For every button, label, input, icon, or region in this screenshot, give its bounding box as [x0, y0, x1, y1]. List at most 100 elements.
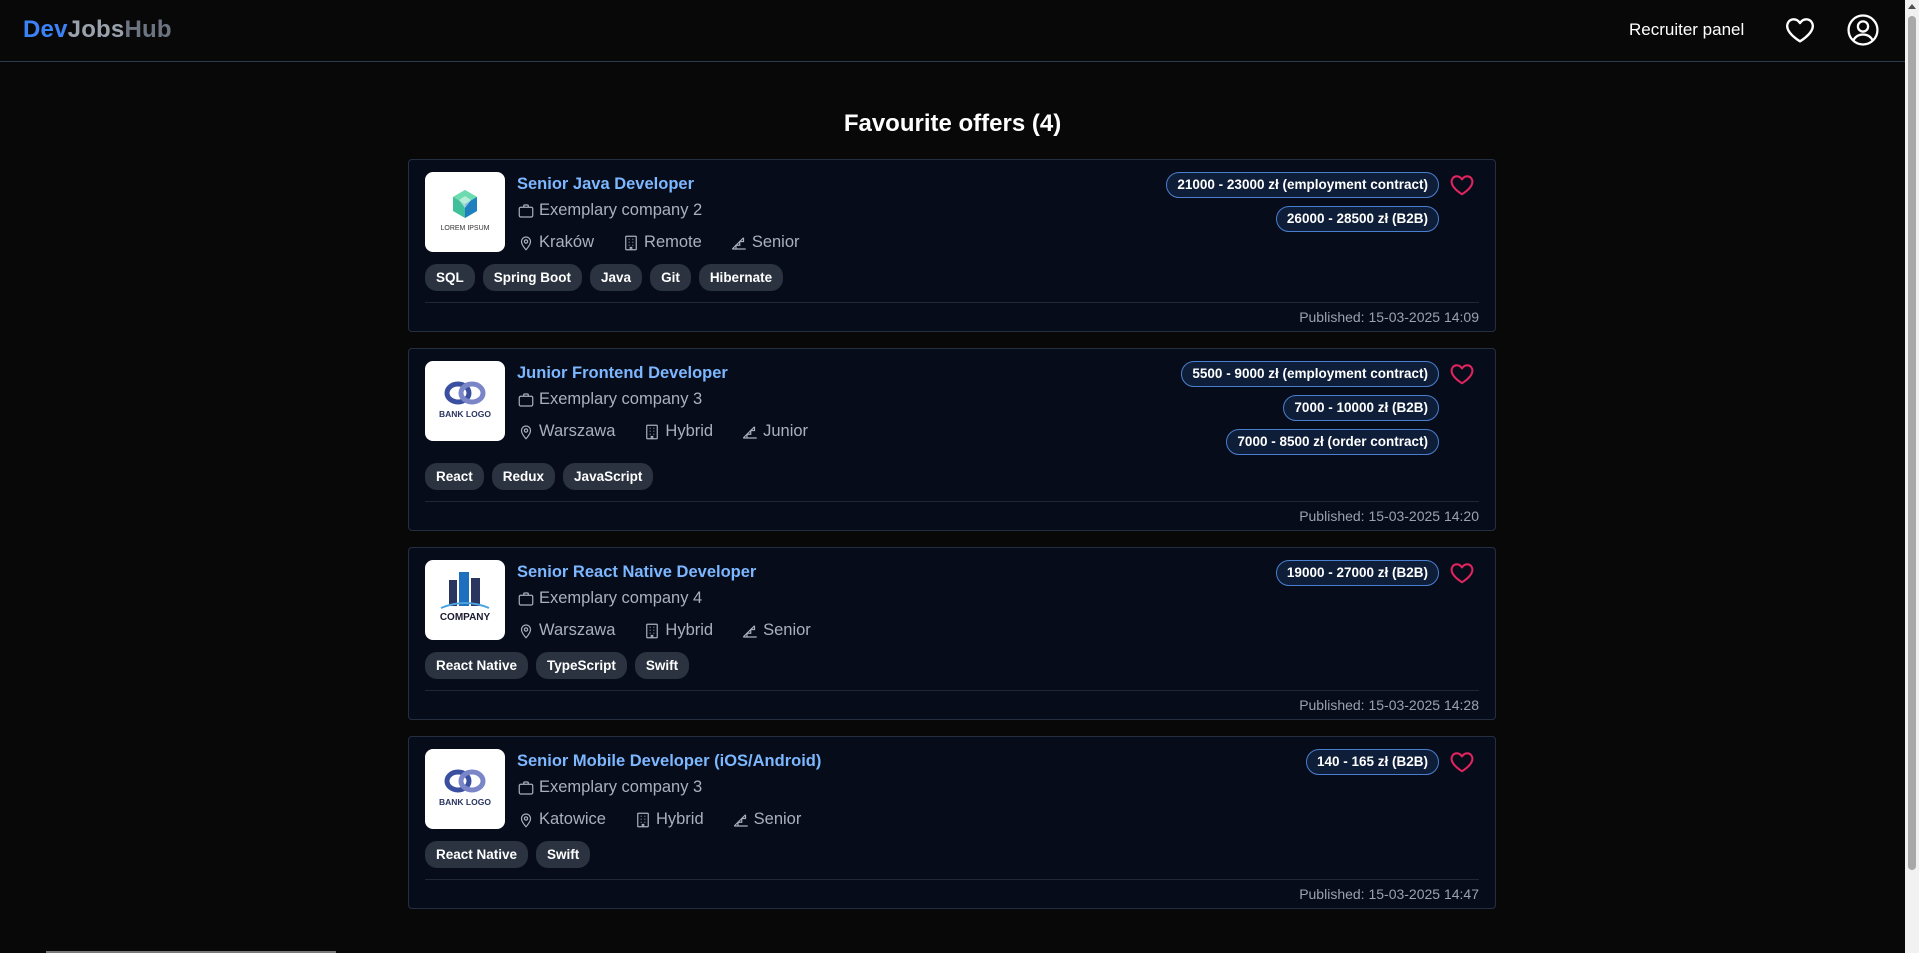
svg-text:BANK LOGO: BANK LOGO [439, 409, 491, 419]
divider [425, 879, 1479, 880]
company-name: Exemplary company 3 [539, 778, 703, 796]
salary-badge: 7000 - 10000 zł (B2B) [1283, 395, 1439, 421]
meta-row: Warszawa Hybrid Junior [517, 422, 836, 441]
map-pin-icon [520, 623, 532, 639]
company-logo: BANK LOGO [425, 361, 505, 441]
svg-text:BANK LOGO: BANK LOGO [439, 797, 491, 807]
offer-card[interactable]: LOREM IPSUM Senior Java Developer Exempl… [408, 159, 1496, 332]
offer-card[interactable]: BANK LOGO Junior Frontend Developer Exem… [408, 348, 1496, 531]
work-mode-label: Hybrid [665, 422, 714, 440]
recruiter-panel-link[interactable]: Recruiter panel [1629, 20, 1744, 40]
tag[interactable]: Git [650, 264, 691, 291]
tag[interactable]: SQL [425, 264, 475, 291]
location: Warszawa [517, 621, 615, 640]
offer-card[interactable]: COMPANY Senior React Native Developer Ex… [408, 547, 1496, 720]
stairs-icon [731, 236, 746, 250]
salary-list: 5500 - 9000 zł (employment contract) 700… [1181, 361, 1439, 463]
location: Kraków [517, 233, 594, 252]
company-name: Exemplary company 2 [539, 201, 703, 219]
user-circle-icon[interactable] [1846, 13, 1880, 47]
published-date: Published: 15-03-2025 14:47 [1299, 886, 1479, 902]
offer-card[interactable]: BANK LOGO Senior Mobile Developer (iOS/A… [408, 736, 1496, 909]
tag[interactable]: React Native [425, 652, 529, 679]
company-row: Exemplary company 4 [517, 589, 702, 608]
company-row: Exemplary company 3 [517, 390, 702, 409]
tag[interactable]: React Native [425, 841, 529, 868]
svg-text:LOREM IPSUM: LOREM IPSUM [440, 225, 489, 232]
building-icon [646, 424, 659, 439]
building-icon [646, 623, 659, 638]
favourite-heart-icon[interactable] [1449, 361, 1475, 387]
briefcase-icon [518, 392, 534, 407]
work-mode: Hybrid [634, 810, 704, 829]
map-pin-icon [520, 812, 532, 828]
tag[interactable]: Spring Boot [482, 264, 583, 291]
company-logo: LOREM IPSUM [425, 172, 505, 252]
salary-badge: 5500 - 9000 zł (employment contract) [1181, 361, 1439, 387]
logo-part-dev: Dev [23, 16, 68, 43]
location: Warszawa [517, 422, 615, 441]
page-title: Favourite offers (4) [843, 110, 1062, 137]
tag[interactable]: Redux [491, 463, 556, 490]
divider [425, 690, 1479, 691]
level: Senior [741, 621, 811, 640]
published-date: Published: 15-03-2025 14:20 [1299, 508, 1479, 524]
offer-title[interactable]: Senior Java Developer [517, 175, 694, 194]
level-label: Senior [753, 810, 802, 828]
svg-text:COMPANY: COMPANY [440, 612, 491, 623]
level: Senior [732, 810, 802, 829]
logo-part-jobs: Jobs [67, 16, 125, 43]
building-icon [625, 235, 637, 250]
location-label: Katowice [539, 810, 606, 828]
tag[interactable]: TypeScript [536, 652, 627, 679]
logo-part-hub: Hub [124, 16, 172, 43]
company-name: Exemplary company 4 [539, 589, 703, 607]
salary-badge: 21000 - 23000 zł (employment contract) [1166, 172, 1439, 198]
divider [425, 302, 1479, 303]
tag[interactable]: Java [590, 264, 643, 291]
company-logo: COMPANY [425, 560, 505, 640]
level-label: Senior [751, 233, 800, 251]
tag[interactable]: JavaScript [563, 463, 654, 490]
vertical-scrollbar[interactable] [1905, 0, 1919, 953]
offer-title[interactable]: Junior Frontend Developer [517, 364, 728, 383]
work-mode: Remote [622, 233, 702, 252]
divider [425, 501, 1479, 502]
tag[interactable]: Swift [536, 841, 591, 868]
company-name: Exemplary company 3 [539, 390, 703, 408]
briefcase-icon [518, 203, 534, 218]
work-mode-label: Hybrid [655, 810, 704, 828]
work-mode-label: Remote [644, 233, 702, 251]
tag[interactable]: React [425, 463, 484, 490]
meta-row: Warszawa Hybrid Senior [517, 621, 839, 640]
published-date: Published: 15-03-2025 14:28 [1299, 697, 1479, 713]
offer-title[interactable]: Senior Mobile Developer (iOS/Android) [517, 752, 821, 771]
tag-list: React Native Swift [425, 841, 598, 868]
map-pin-icon [520, 424, 532, 440]
location: Katowice [517, 810, 606, 829]
company-row: Exemplary company 3 [517, 778, 702, 797]
salary-badge: 26000 - 28500 zł (B2B) [1275, 206, 1439, 232]
location-label: Kraków [539, 233, 595, 251]
scroll-up-arrow-icon[interactable] [1908, 4, 1916, 9]
offer-title[interactable]: Senior React Native Developer [517, 563, 756, 582]
tag[interactable]: Swift [634, 652, 690, 679]
scroll-thumb[interactable] [1908, 16, 1916, 870]
favourite-heart-icon[interactable] [1449, 560, 1475, 586]
published-date: Published: 15-03-2025 14:09 [1299, 309, 1479, 325]
work-mode-label: Hybrid [665, 621, 714, 639]
location-label: Warszawa [539, 621, 616, 639]
work-mode: Hybrid [643, 422, 713, 441]
building-icon [637, 812, 649, 827]
tag[interactable]: Hibernate [698, 264, 784, 291]
location-label: Warszawa [539, 422, 616, 440]
heart-icon[interactable] [1784, 14, 1816, 46]
salary-badge: 19000 - 27000 zł (B2B) [1275, 560, 1439, 586]
briefcase-icon [518, 780, 534, 795]
tag-list: React Redux JavaScript [425, 463, 661, 490]
app-logo[interactable]: DevJobsHub [23, 16, 172, 44]
salary-list: 21000 - 23000 zł (employment contract) 2… [1166, 172, 1439, 240]
favourite-heart-icon[interactable] [1449, 749, 1475, 775]
favourite-heart-icon[interactable] [1449, 172, 1475, 198]
meta-row: Katowice Hybrid Senior [517, 810, 829, 829]
